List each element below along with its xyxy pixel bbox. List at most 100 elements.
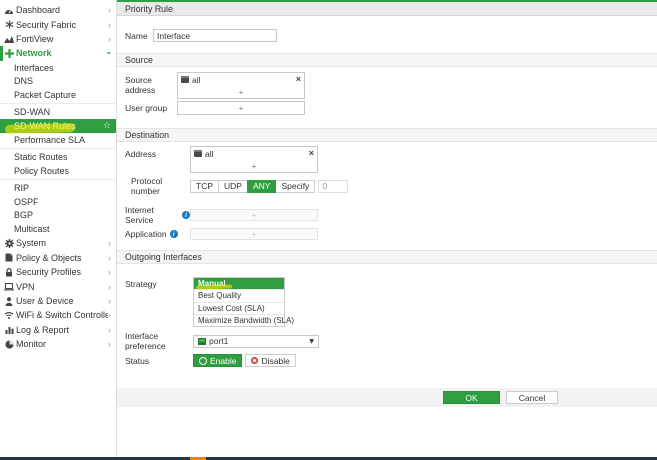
destination-section-header: Destination bbox=[117, 128, 657, 142]
sidebar-item-label: Multicast bbox=[14, 224, 50, 235]
page-title-bar: Priority Rule bbox=[117, 2, 657, 16]
sidebar-item-sd-wan-rules[interactable]: SD-WAN Rules ☆ bbox=[0, 119, 116, 134]
sidebar-item-security-fabric[interactable]: Security Fabric › bbox=[0, 17, 116, 31]
section-title: Outgoing Interfaces bbox=[125, 252, 202, 262]
sidebar-item-multicast[interactable]: Multicast bbox=[0, 222, 116, 236]
sidebar-item-label: Static Routes bbox=[14, 151, 68, 162]
sidebar-item-label: DNS bbox=[14, 76, 34, 87]
sidebar-item-sd-wan[interactable]: SD-WAN bbox=[0, 105, 116, 119]
section-title: Destination bbox=[125, 130, 170, 140]
sidebar-item-label: VPN bbox=[16, 281, 35, 292]
security-fabric-icon bbox=[3, 20, 15, 29]
sidebar-divider bbox=[0, 178, 116, 180]
strategy-option-best-quality[interactable]: Best Quality bbox=[194, 289, 284, 302]
favorite-star-icon[interactable]: ☆ bbox=[103, 121, 111, 131]
user-group-box: + bbox=[177, 101, 305, 115]
remove-entry-icon[interactable]: × bbox=[309, 149, 314, 158]
sidebar-item-label: BGP bbox=[14, 210, 34, 221]
sidebar-item-label: Dashboard bbox=[16, 5, 61, 16]
sidebar-item-label: System bbox=[16, 238, 47, 249]
sidebar-nav: Dashboard › Security Fabric › FortiView … bbox=[0, 0, 117, 457]
status-disable-button[interactable]: Disable bbox=[245, 354, 296, 368]
chevron-right-icon: › bbox=[108, 324, 111, 335]
sidebar-item-label: Performance SLA bbox=[14, 134, 86, 145]
protocol-option-tcp[interactable]: TCP bbox=[190, 179, 219, 193]
protocol-option-udp[interactable]: UDP bbox=[218, 179, 248, 193]
protocol-row: Protocol number TCP UDP ANY Specify bbox=[125, 176, 657, 196]
chevron-right-icon: › bbox=[108, 310, 111, 321]
add-user-group-button[interactable]: + bbox=[178, 102, 304, 114]
sidebar-item-label: Interfaces bbox=[14, 62, 54, 73]
ok-button[interactable]: OK bbox=[443, 391, 500, 405]
protocol-segmented-control: TCP UDP ANY Specify bbox=[190, 179, 316, 193]
sidebar-item-label: Policy & Objects bbox=[16, 252, 82, 263]
status-enable-button[interactable]: Enable bbox=[193, 354, 243, 368]
wifi-icon bbox=[3, 311, 15, 320]
outgoing-section-header: Outgoing Interfaces bbox=[117, 250, 657, 264]
address-entry: all × bbox=[178, 73, 304, 86]
name-label: Name bbox=[125, 30, 148, 41]
enable-circle-icon bbox=[199, 356, 207, 365]
sidebar-item-user-device[interactable]: User & Device › bbox=[0, 294, 116, 308]
sidebar-item-static-routes[interactable]: Static Routes bbox=[0, 150, 116, 164]
sidebar-item-fortiview[interactable]: FortiView › bbox=[0, 32, 116, 46]
address-entry: all × bbox=[191, 147, 317, 160]
address-object-icon bbox=[194, 150, 202, 157]
sidebar-item-security-profiles[interactable]: Security Profiles › bbox=[0, 265, 116, 279]
sidebar-item-interfaces[interactable]: Interfaces bbox=[0, 61, 116, 75]
user-icon bbox=[3, 296, 15, 306]
sidebar-item-policy-routes[interactable]: Policy Routes bbox=[0, 164, 116, 178]
strategy-option-max-bandwidth[interactable]: Maximize Bandwidth (SLA) bbox=[194, 313, 294, 327]
interface-preference-value: port1 bbox=[209, 336, 229, 347]
sidebar-item-label: Security Fabric bbox=[16, 19, 77, 30]
protocol-option-any[interactable]: ANY bbox=[246, 179, 277, 193]
sidebar-item-policy-objects[interactable]: Policy & Objects › bbox=[0, 251, 116, 265]
sidebar-item-ospf[interactable]: OSPF bbox=[0, 195, 116, 209]
interface-preference-select[interactable]: port1 ▼ bbox=[193, 334, 319, 348]
application-label-wrap: Application i bbox=[125, 229, 190, 239]
sidebar-item-performance-sla[interactable]: Performance SLA bbox=[0, 133, 116, 147]
sidebar-item-label: Policy Routes bbox=[14, 165, 70, 176]
strategy-option-manual[interactable]: Manual bbox=[194, 278, 284, 290]
internet-service-label: Internet Service bbox=[125, 205, 154, 225]
cancel-button[interactable]: Cancel bbox=[506, 391, 558, 405]
sidebar-item-packet-capture[interactable]: Packet Capture bbox=[0, 88, 116, 102]
add-source-address-button[interactable]: + bbox=[178, 86, 304, 98]
chevron-down-icon: › bbox=[104, 51, 115, 55]
name-row: Name bbox=[125, 29, 657, 42]
sidebar-item-bgp[interactable]: BGP bbox=[0, 208, 116, 222]
sidebar-item-monitor[interactable]: Monitor › bbox=[0, 337, 116, 351]
port-interface-icon bbox=[198, 337, 206, 345]
protocol-option-specify[interactable]: Specify bbox=[275, 179, 316, 193]
sidebar-item-network[interactable]: Network › bbox=[0, 46, 116, 61]
fortiview-icon bbox=[3, 35, 15, 43]
sidebar-item-label: Log & Report bbox=[16, 324, 70, 335]
status-row: Status Enable Disable bbox=[125, 354, 657, 368]
chevron-right-icon: › bbox=[108, 281, 111, 292]
info-icon[interactable]: i bbox=[182, 211, 190, 219]
info-icon[interactable]: i bbox=[169, 230, 178, 238]
chevron-right-icon: › bbox=[108, 339, 111, 350]
sidebar-item-log-report[interactable]: Log & Report › bbox=[0, 323, 116, 337]
destination-address-box: all × + bbox=[190, 146, 318, 173]
internet-service-label-wrap: Internet Service i bbox=[125, 205, 190, 225]
name-input[interactable] bbox=[153, 29, 277, 42]
sidebar-divider bbox=[0, 103, 116, 105]
sidebar-item-vpn[interactable]: VPN › bbox=[0, 279, 116, 293]
sidebar-item-label: FortiView bbox=[16, 33, 54, 44]
strategy-option-lowest-cost[interactable]: Lowest Cost (SLA) bbox=[194, 301, 284, 314]
protocol-number-label: Protocol number bbox=[131, 176, 163, 196]
destination-address-label: Address bbox=[125, 149, 157, 159]
protocol-specify-input[interactable] bbox=[318, 179, 349, 193]
sidebar-item-rip[interactable]: RIP bbox=[0, 181, 116, 195]
internet-service-row: Internet Service i + bbox=[125, 205, 657, 225]
application-label: Application bbox=[125, 229, 167, 239]
monitor-gauge-icon bbox=[3, 340, 15, 349]
remove-entry-icon[interactable]: × bbox=[296, 75, 301, 84]
sidebar-item-system[interactable]: System › bbox=[0, 236, 116, 250]
add-destination-address-button[interactable]: + bbox=[191, 160, 317, 172]
sidebar-item-dns[interactable]: DNS bbox=[0, 74, 116, 88]
sidebar-item-wifi-switch[interactable]: WiFi & Switch Controller › bbox=[0, 308, 116, 322]
interface-preference-row: Interface preference port1 ▼ bbox=[125, 331, 657, 351]
sidebar-item-dashboard[interactable]: Dashboard › bbox=[0, 3, 116, 17]
